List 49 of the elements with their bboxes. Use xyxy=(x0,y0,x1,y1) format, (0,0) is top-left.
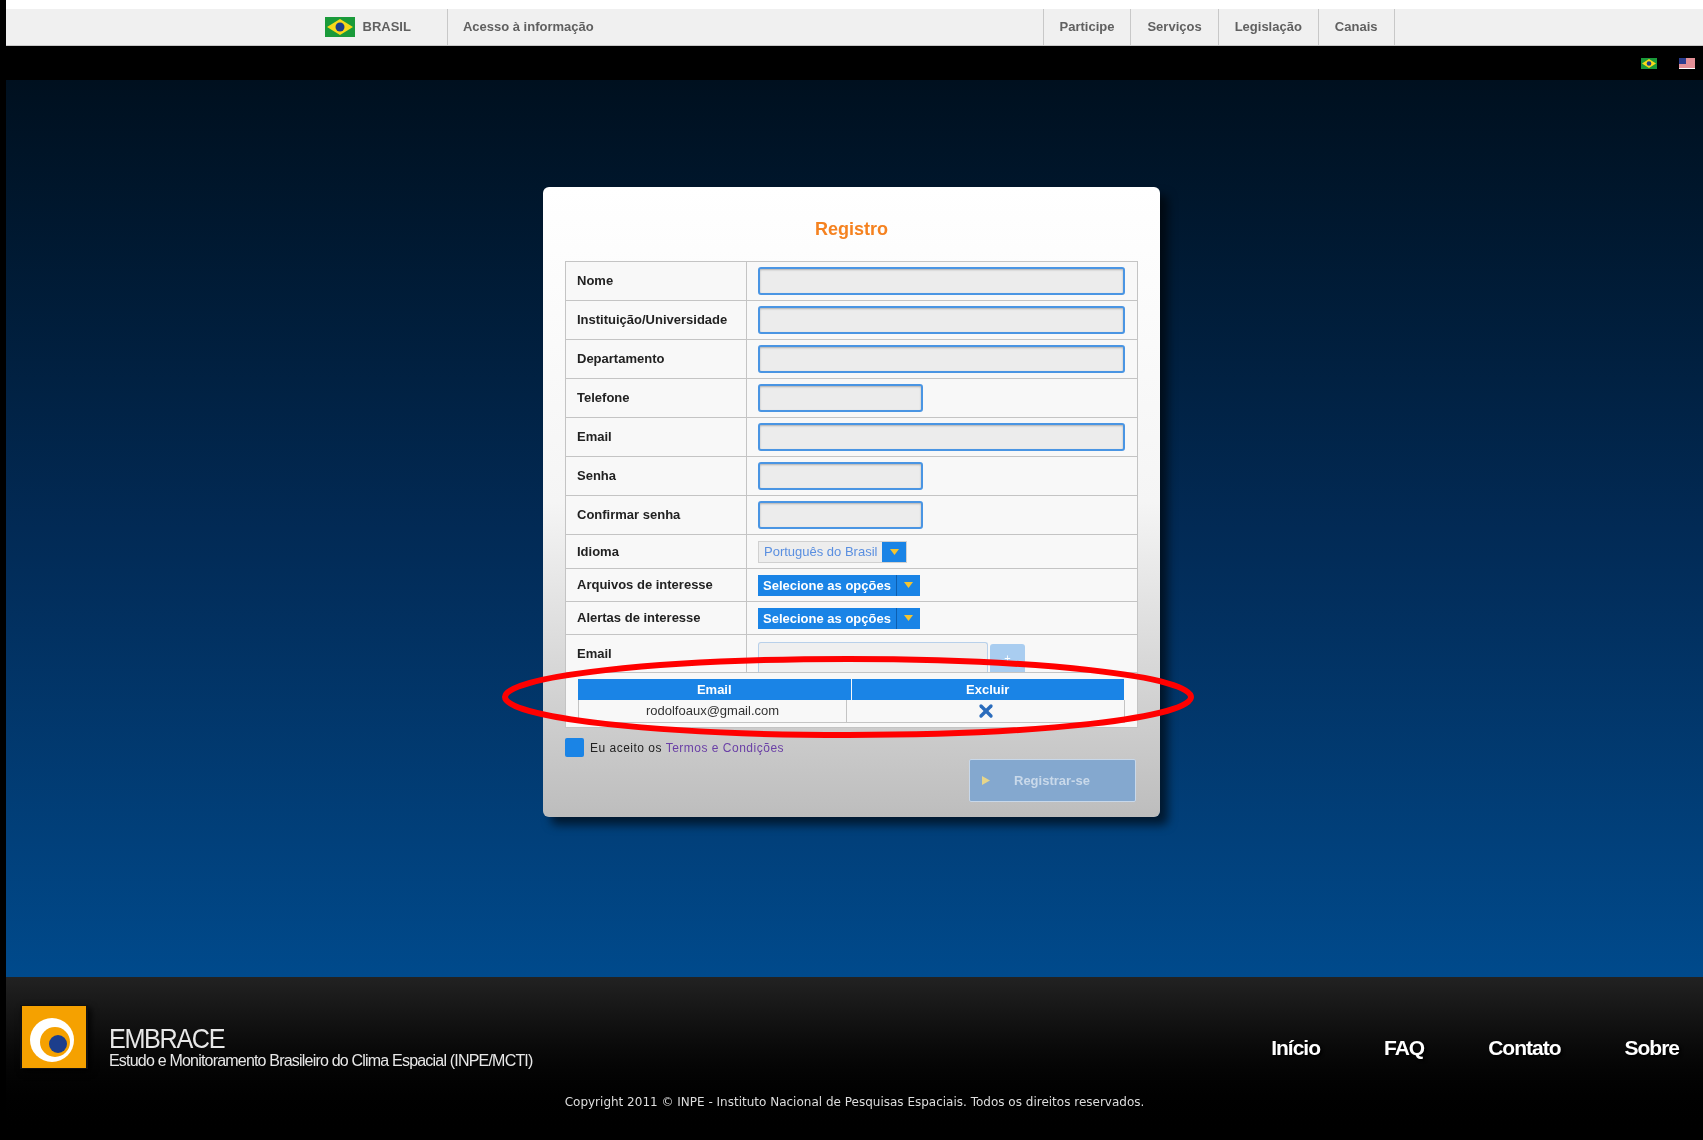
multiselect-dropdown[interactable]: Selecione as opções xyxy=(758,607,920,629)
text-field[interactable] xyxy=(758,345,1125,373)
field-label: Telefone xyxy=(577,389,630,408)
top-nav-link[interactable]: Serviços xyxy=(1130,9,1218,45)
play-icon xyxy=(982,776,990,785)
multiselect-dropdown[interactable]: Selecione as opções xyxy=(758,574,920,596)
caret-icon xyxy=(903,582,913,588)
caret-icon xyxy=(903,615,913,621)
copyright-text: Copyright 2011 © INPE - Instituto Nacional de Pesquisas Espaciais. Todos os direitos reservados. xyxy=(563,1094,1146,1111)
column-header: Excluir xyxy=(851,679,1125,700)
field-label: Email xyxy=(577,644,612,663)
logo-icon xyxy=(20,1005,88,1069)
field-label: Departamento xyxy=(577,350,665,369)
form-title: Registro xyxy=(814,218,889,241)
footer-nav-link[interactable]: Contato xyxy=(1488,1031,1561,1063)
access-info-link[interactable]: Acesso à informação xyxy=(447,9,594,45)
field-label: Email xyxy=(577,428,612,447)
field-label: Alertas de interesse xyxy=(577,609,701,628)
terms-checkbox[interactable] xyxy=(565,738,584,757)
language-dropdown[interactable]: Português do Brasil xyxy=(758,540,908,563)
footer-nav-link[interactable]: Sobre xyxy=(1624,1031,1679,1063)
field-label: Instituição/Universidade xyxy=(577,311,728,330)
field-label: Arquivos de interesse xyxy=(577,576,713,595)
field-label: Senha xyxy=(577,467,616,486)
text-field[interactable] xyxy=(758,423,1125,451)
text-field[interactable] xyxy=(758,462,923,490)
top-nav-link[interactable]: Participe xyxy=(1042,9,1131,45)
top-nav-link[interactable]: Legislação xyxy=(1217,9,1318,45)
terms-link[interactable]: Termos e Condições xyxy=(665,741,785,755)
field-label: Idioma xyxy=(577,542,619,561)
flag-icon[interactable] xyxy=(1679,57,1695,69)
footer-nav-link[interactable]: FAQ xyxy=(1384,1031,1425,1063)
site-title: EMBRACE xyxy=(109,1025,226,1053)
terms-label: Eu aceito os Termos e Condições xyxy=(590,740,785,757)
top-nav-link[interactable]: Canais xyxy=(1317,9,1394,45)
field-label: Nome xyxy=(577,272,614,291)
table-cell: rodolfoaux@gmail.com xyxy=(579,700,847,722)
caret-icon xyxy=(889,548,899,555)
field-label: Confirmar senha xyxy=(577,506,681,525)
footer-nav-link[interactable]: Início xyxy=(1271,1031,1320,1063)
text-field[interactable] xyxy=(758,267,1125,295)
text-field[interactable] xyxy=(758,501,923,529)
flag-icon xyxy=(324,17,355,37)
text-field[interactable] xyxy=(758,384,923,412)
site-subtitle: Estudo e Monitoramento Brasileiro do Clima Espacial (INPE/MCTI) xyxy=(109,1053,533,1069)
text-field[interactable] xyxy=(758,306,1125,334)
flag-icon[interactable] xyxy=(1641,57,1657,69)
country-label[interactable]: BRASIL xyxy=(362,17,411,37)
column-header: Email xyxy=(578,679,852,700)
